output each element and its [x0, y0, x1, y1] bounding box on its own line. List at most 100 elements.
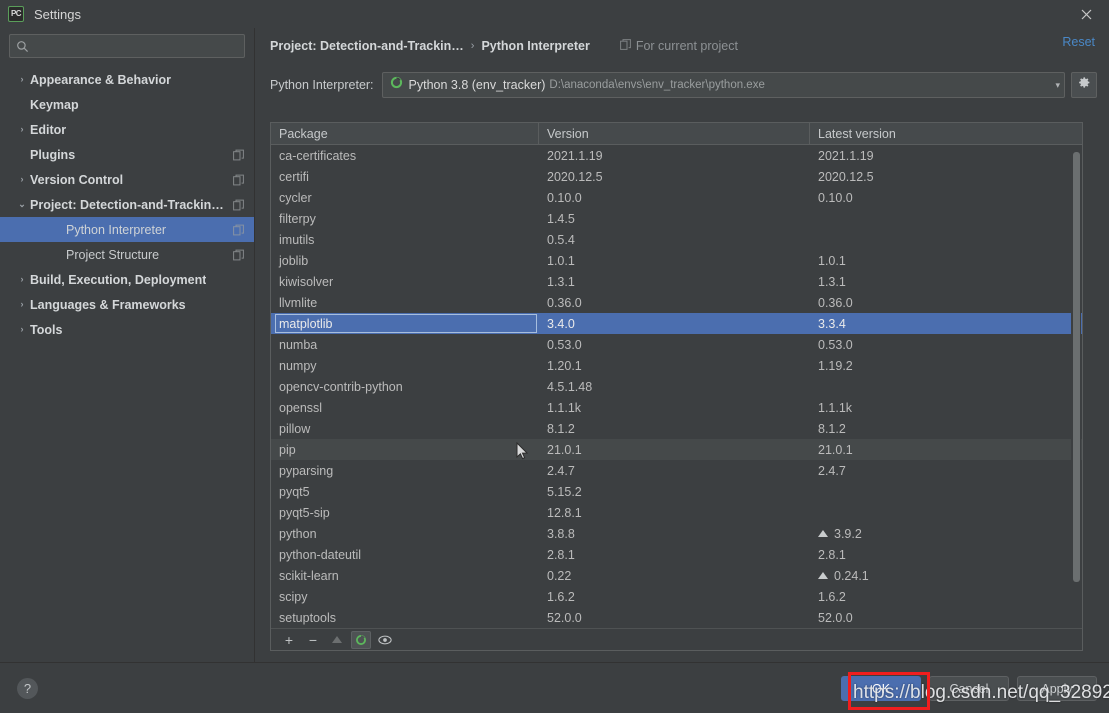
table-row[interactable]: filterpy 1.4.5 — [271, 208, 1082, 229]
copy-icon — [233, 174, 244, 185]
column-header-package[interactable]: Package — [271, 123, 539, 144]
package-name: cycler — [279, 190, 312, 205]
cell-package: pyqt5 — [271, 481, 539, 502]
table-row[interactable]: openssl 1.1.1k 1.1.1k — [271, 397, 1082, 418]
table-row[interactable]: ca-certificates 2021.1.19 2021.1.19 — [271, 145, 1082, 166]
cell-package: ca-certificates — [271, 145, 539, 166]
package-name: matplotlib — [275, 314, 537, 333]
cell-latest-version — [810, 481, 1082, 502]
cell-latest-version: 8.1.2 — [810, 418, 1082, 439]
chevron-right-icon[interactable]: › — [14, 75, 30, 84]
table-row[interactable]: numba 0.53.0 0.53.0 — [271, 334, 1082, 355]
table-row[interactable]: cycler 0.10.0 0.10.0 — [271, 187, 1082, 208]
table-row[interactable]: pyqt5-sip 12.8.1 — [271, 502, 1082, 523]
cell-latest-version — [810, 376, 1082, 397]
table-row[interactable]: llvmlite 0.36.0 0.36.0 — [271, 292, 1082, 313]
package-name: python — [279, 526, 317, 541]
table-row[interactable]: pyqt5 5.15.2 — [271, 481, 1082, 502]
sidebar-item-python-interpreter[interactable]: Python Interpreter — [0, 217, 254, 242]
sidebar-item-build-execution-deployment[interactable]: › Build, Execution, Deployment — [0, 267, 254, 292]
sidebar-item-plugins[interactable]: Plugins — [0, 142, 254, 167]
cell-latest-version: 0.24.1 — [810, 565, 1082, 586]
table-header-row: Package Version Latest version — [271, 123, 1082, 145]
table-row[interactable]: imutils 0.5.4 — [271, 229, 1082, 250]
table-row[interactable]: pip 21.0.1 21.0.1 — [271, 439, 1082, 460]
table-row[interactable]: opencv-contrib-python 4.5.1.48 — [271, 376, 1082, 397]
sidebar-item-project-structure[interactable]: Project Structure — [0, 242, 254, 267]
version-value: 0.36.0 — [547, 295, 582, 310]
conda-env-icon[interactable] — [351, 630, 371, 649]
table-body: ca-certificates 2021.1.19 2021.1.19 certifi… — [271, 145, 1082, 628]
sidebar-item-version-control[interactable]: › Version Control — [0, 167, 254, 192]
version-value: 3.8.8 — [547, 526, 575, 541]
cell-package: pyparsing — [271, 460, 539, 481]
version-value: 1.1.1k — [547, 400, 582, 415]
eye-icon[interactable] — [375, 631, 395, 649]
sidebar-item-keymap[interactable]: Keymap — [0, 92, 254, 117]
table-row[interactable]: matplotlib 3.4.0 3.3.4 — [271, 313, 1082, 334]
chevron-down-icon[interactable]: ▾ — [1049, 80, 1060, 91]
conda-env-icon — [390, 76, 403, 94]
chevron-right-icon[interactable]: › — [14, 275, 30, 284]
sidebar-item-languages-frameworks[interactable]: › Languages & Frameworks — [0, 292, 254, 317]
interpreter-dropdown[interactable]: Python 3.8 (env_tracker) D:\anaconda\env… — [381, 72, 1065, 98]
search-box[interactable] — [9, 34, 245, 58]
copy-icon — [233, 249, 244, 260]
breadcrumb: Project: Detection-and-Trackin… › Python… — [270, 35, 1095, 57]
table-row[interactable]: pyparsing 2.4.7 2.4.7 — [271, 460, 1082, 481]
table-row[interactable]: python-dateutil 2.8.1 2.8.1 — [271, 544, 1082, 565]
chevron-right-icon[interactable]: › — [14, 325, 30, 334]
cell-latest-version: 1.3.1 — [810, 271, 1082, 292]
reset-link[interactable]: Reset — [1062, 35, 1095, 49]
version-value: 0.22 — [547, 568, 572, 583]
for-current-project-label: For current project — [635, 39, 738, 53]
breadcrumb-root[interactable]: Project: Detection-and-Trackin… — [270, 39, 464, 53]
table-row[interactable]: pillow 8.1.2 8.1.2 — [271, 418, 1082, 439]
table-row[interactable]: joblib 1.0.1 1.0.1 — [271, 250, 1082, 271]
package-name: pyqt5 — [279, 484, 310, 499]
latest-version-value: 0.10.0 — [818, 190, 853, 205]
chevron-right-icon[interactable]: › — [14, 125, 30, 134]
minus-icon[interactable]: − — [303, 631, 323, 649]
cell-version: 1.20.1 — [539, 355, 810, 376]
version-value: 1.3.1 — [547, 274, 575, 289]
table-scrollbar-thumb[interactable] — [1073, 152, 1080, 582]
package-name: numba — [279, 337, 318, 352]
version-value: 0.10.0 — [547, 190, 582, 205]
table-row[interactable]: numpy 1.20.1 1.19.2 — [271, 355, 1082, 376]
help-icon[interactable]: ? — [17, 678, 38, 699]
cell-version: 21.0.1 — [539, 439, 810, 460]
package-name: scipy — [279, 589, 308, 604]
chevron-right-icon[interactable]: › — [14, 300, 30, 309]
table-row[interactable]: scipy 1.6.2 1.6.2 — [271, 586, 1082, 607]
table-row[interactable]: certifi 2020.12.5 2020.12.5 — [271, 166, 1082, 187]
table-row[interactable]: scikit-learn 0.22 0.24.1 — [271, 565, 1082, 586]
sidebar-item-editor[interactable]: › Editor — [0, 117, 254, 142]
table-row[interactable]: kiwisolver 1.3.1 1.3.1 — [271, 271, 1082, 292]
interpreter-settings-button[interactable] — [1071, 72, 1097, 98]
column-header-version[interactable]: Version — [539, 123, 810, 144]
table-row[interactable]: setuptools 52.0.0 52.0.0 — [271, 607, 1082, 628]
close-icon[interactable] — [1063, 0, 1109, 28]
sidebar-item-appearance-behavior[interactable]: › Appearance & Behavior — [0, 67, 254, 92]
column-header-latest-version[interactable]: Latest version — [810, 123, 1082, 144]
copy-icon — [233, 149, 244, 160]
package-name: certifi — [279, 169, 309, 184]
cell-version: 1.3.1 — [539, 271, 810, 292]
package-name: scikit-learn — [279, 568, 339, 583]
sidebar-item-project-detection-and-trackin[interactable]: ⌄ Project: Detection-and-Trackin… — [0, 192, 254, 217]
upgrade-available-icon — [818, 572, 828, 579]
cell-package: kiwisolver — [271, 271, 539, 292]
table-scrollbar[interactable] — [1071, 146, 1081, 627]
table-row[interactable]: python 3.8.8 3.9.2 — [271, 523, 1082, 544]
package-name: setuptools — [279, 610, 336, 625]
chevron-right-icon[interactable]: › — [14, 175, 30, 184]
chevron-down-icon[interactable]: ⌄ — [14, 200, 30, 209]
cell-latest-version: 2021.1.19 — [810, 145, 1082, 166]
sidebar-item-tools[interactable]: › Tools — [0, 317, 254, 342]
cell-latest-version: 21.0.1 — [810, 439, 1082, 460]
plus-icon[interactable]: + — [279, 631, 299, 649]
search-input[interactable] — [29, 39, 244, 53]
package-name: ca-certificates — [279, 148, 357, 163]
cell-latest-version: 2.4.7 — [810, 460, 1082, 481]
